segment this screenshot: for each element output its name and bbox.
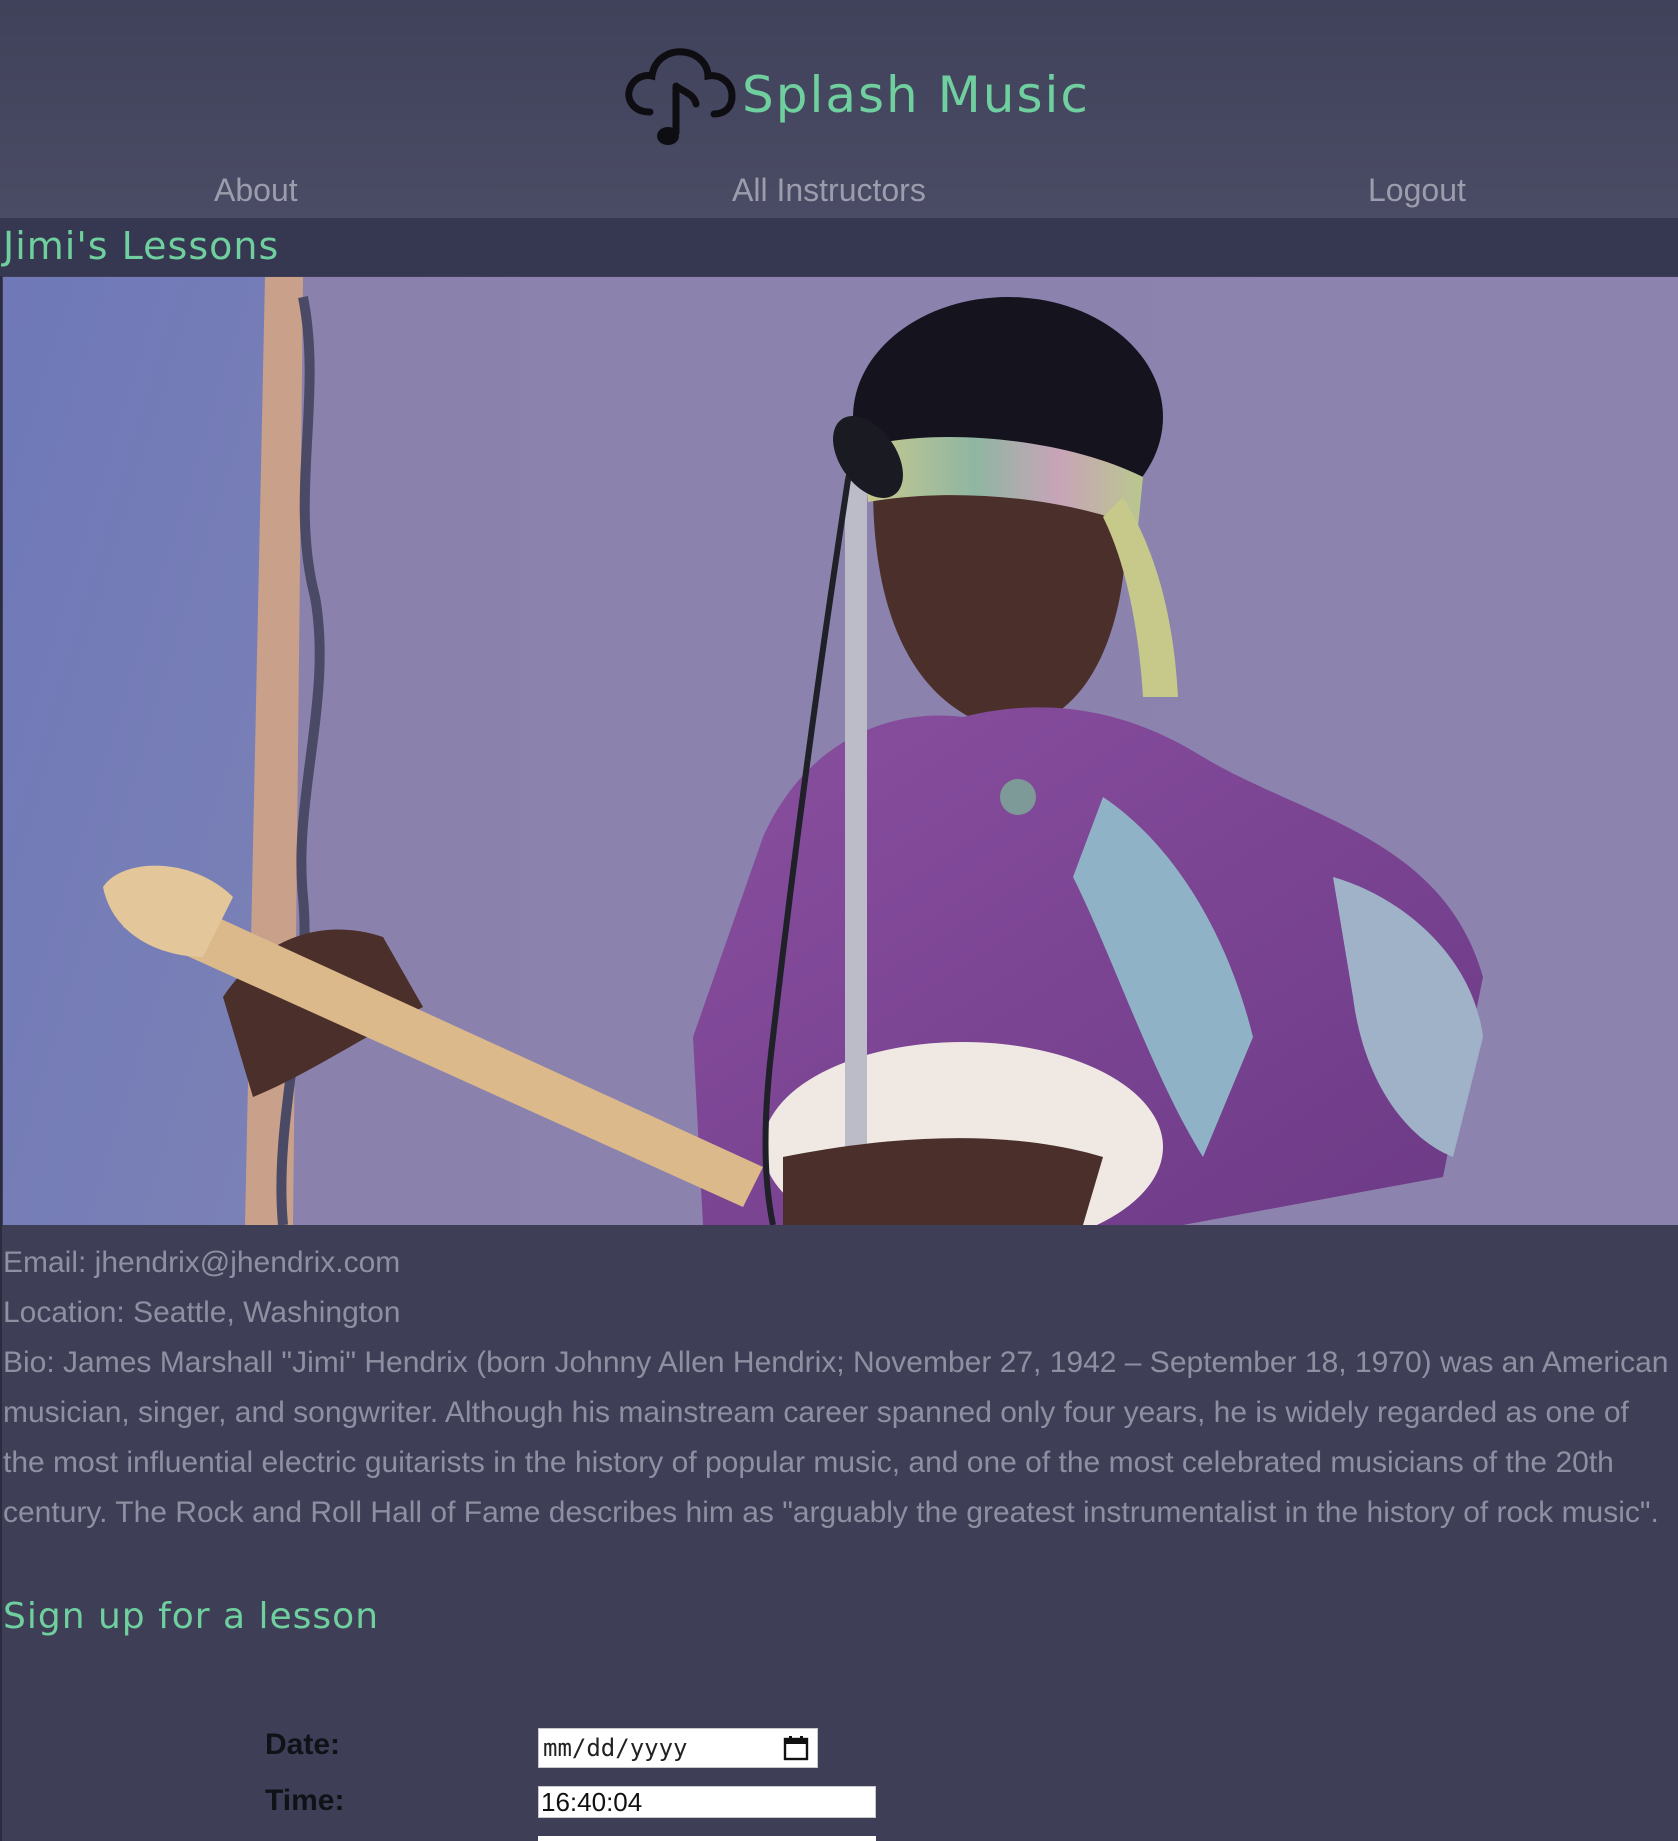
- brand-name: Splash Music: [742, 66, 1090, 124]
- calendar-icon[interactable]: [783, 1735, 809, 1761]
- date-label: Date:: [265, 1728, 341, 1761]
- guitarist-photo: [3, 277, 1678, 1225]
- instructor-location: Location: Seattle, Washington: [3, 1296, 401, 1329]
- page-title: Jimi's Lessons: [3, 224, 280, 268]
- instructor-bio: Bio: James Marshall "Jimi" Hendrix (born…: [3, 1346, 1669, 1529]
- nav-about[interactable]: About: [214, 172, 298, 209]
- cloud-music-note-icon: [625, 48, 736, 145]
- date-input[interactable]: mm/dd/yyyy: [538, 1728, 818, 1768]
- nav-logout[interactable]: Logout: [1368, 172, 1466, 209]
- signup-title: Sign up for a lesson: [3, 1596, 380, 1637]
- time-input[interactable]: 16:40:04: [538, 1786, 876, 1818]
- site-header: Splash Music About All Instructors Logou…: [0, 0, 1678, 218]
- date-placeholder: mm/dd/yyyy: [543, 1734, 688, 1762]
- main-nav: About All Instructors Logout: [0, 168, 1678, 218]
- title-bar: Jimi's Lessons: [0, 218, 1678, 276]
- instructor-info: Email: jhendrix@jhendrix.com Location: S…: [3, 1238, 1671, 1538]
- instructor-email: Email: jhendrix@jhendrix.com: [3, 1246, 401, 1279]
- nav-all-instructors[interactable]: All Instructors: [732, 172, 926, 209]
- instructor-photo: [3, 277, 1678, 1225]
- brand[interactable]: Splash Music: [620, 40, 1090, 150]
- time-label: Time:: [265, 1784, 345, 1817]
- next-input-field[interactable]: [538, 1836, 876, 1841]
- page-edge: [0, 0, 2, 1841]
